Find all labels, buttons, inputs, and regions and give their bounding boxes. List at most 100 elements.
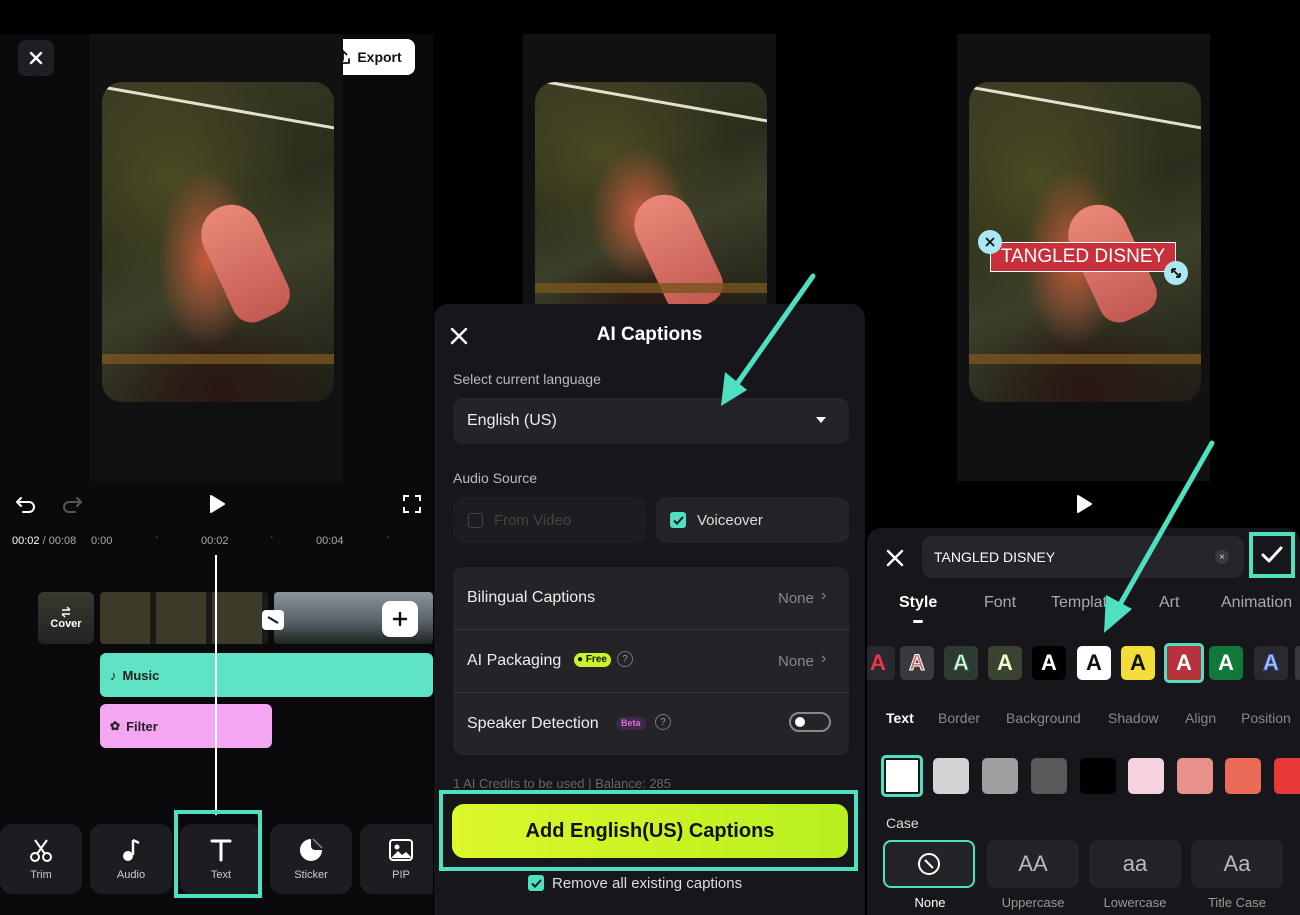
voiceover-label: Voiceover [697,512,763,529]
speaker-detection-toggle[interactable] [789,712,831,732]
video-clip-1[interactable] [100,592,268,644]
add-captions-button[interactable]: Add English(US) Captions [452,804,848,858]
subtab-text[interactable]: Text [886,710,914,726]
chevron-right-icon: › [821,650,827,667]
subtab-border[interactable]: Border [938,710,980,726]
close-button[interactable] [18,40,54,76]
case-none-button[interactable] [883,840,975,888]
swap-icon [61,606,71,618]
style-preset-3[interactable]: A [944,646,978,680]
play-icon [210,495,225,513]
check-icon [672,515,684,525]
filter-icon: ✿ [110,719,121,733]
tool-pip[interactable]: PIP [360,824,433,894]
speaker-detection-label: Speaker Detection [467,715,599,732]
music-note-icon [123,838,140,861]
confirm-button[interactable] [1249,532,1295,578]
color-swatch[interactable] [1031,758,1067,794]
help-icon[interactable]: ? [617,651,633,667]
tab-animation[interactable]: Animation [1221,594,1300,612]
style-preset-5[interactable]: A [1032,646,1066,680]
tool-trim[interactable]: Trim [0,824,82,894]
subtab-align[interactable]: Align [1185,710,1216,726]
subtab-background[interactable]: Background [1006,710,1081,726]
style-preset-selected[interactable]: A [1164,643,1204,683]
time-total: / 00:08 [42,535,77,547]
free-badge-text: Free [585,654,607,665]
play-button[interactable] [205,492,229,516]
style-preset-4[interactable]: A [988,646,1022,680]
redo-button[interactable] [60,492,84,516]
video-frame[interactable] [102,82,334,402]
color-swatch[interactable] [1225,758,1261,794]
scissors-icon [30,839,52,862]
annotation-arrow [721,273,816,406]
tab-style[interactable]: Style [899,594,937,612]
color-swatch[interactable] [982,758,1018,794]
case-uppercase-button[interactable]: AA [987,840,1079,888]
caption-overlay[interactable]: TANGLED DISNEY [990,242,1176,272]
redo-icon [63,497,82,513]
help-icon[interactable]: ? [655,714,671,730]
tab-font[interactable]: Font [984,594,1016,612]
style-preset-2[interactable]: A [900,646,934,680]
color-swatch[interactable] [933,758,969,794]
from-video-checkbox[interactable] [468,513,483,528]
remove-existing-checkbox[interactable] [528,875,544,891]
add-clip-button[interactable] [382,601,418,637]
close-icon [29,51,43,65]
editor-panel: Export 00:02 / 00:08 0:00 · 00:02 · 00:0… [0,0,433,915]
ruler-dot: · [155,531,159,543]
annotation-arrow [1104,440,1215,633]
tool-sticker[interactable]: Sticker [270,824,352,894]
resize-overlay-button[interactable] [1164,261,1188,285]
undo-button[interactable] [14,492,38,516]
tool-label: PIP [392,869,410,881]
ruler-tick-0: 0:00 [91,535,113,547]
style-preset-more[interactable] [1295,646,1300,680]
color-swatch[interactable] [1177,758,1213,794]
style-preset-6[interactable]: A [1077,646,1111,680]
case-lowercase-button[interactable]: aa [1089,840,1181,888]
beta-badge: Beta [616,717,646,730]
highlight-text-tool [174,810,262,898]
text-style-panel: TANGLED DISNEY TANGLED DISNEY × Style Fo… [867,0,1300,915]
cover-button[interactable]: Cover [38,592,94,644]
bilingual-captions-row[interactable]: Bilingual Captions None › [453,567,849,630]
style-preset-9[interactable]: A [1209,646,1243,680]
tool-audio[interactable]: Audio [90,824,172,894]
transition-icon [267,616,279,624]
playhead[interactable] [215,555,217,815]
filter-track[interactable]: ✿ Filter [100,704,272,748]
voiceover-option[interactable]: Voiceover [656,497,849,543]
fullscreen-button[interactable] [400,492,424,516]
style-preset-10[interactable]: A [1254,646,1288,680]
case-titlecase-button[interactable]: Aa [1191,840,1283,888]
ai-packaging-row[interactable]: AI Packaging ● Free ? None › [453,630,849,693]
color-swatch[interactable] [881,755,923,797]
voiceover-checkbox[interactable] [670,512,686,528]
style-preset-1[interactable]: A [867,646,895,680]
color-swatch[interactable] [1080,758,1116,794]
check-icon [530,878,542,888]
options-group: Bilingual Captions None › AI Packaging ●… [453,567,849,755]
style-preset-7[interactable]: A [1121,646,1155,680]
resize-icon [1171,268,1181,278]
delete-overlay-button[interactable] [978,230,1002,254]
credits-text: 1 AI Credits to be used | Balance: 285 [453,776,672,791]
case-label: Case [886,815,919,831]
sticker-icon [300,838,323,861]
subtab-shadow[interactable]: Shadow [1108,710,1159,726]
color-swatch[interactable] [1128,758,1164,794]
color-swatch[interactable] [1274,758,1300,794]
music-track[interactable]: ♪ Music [100,653,433,697]
close-editor-button[interactable] [885,548,905,568]
language-value: English (US) [467,412,557,429]
chevron-right-icon: › [821,587,827,604]
free-badge: ● Free [574,653,611,667]
transition-button[interactable] [262,610,284,630]
subtab-position[interactable]: Position [1241,710,1291,726]
from-video-option[interactable]: From Video [453,497,646,543]
bilingual-label: Bilingual Captions [467,589,596,606]
export-label: Export [357,49,402,65]
